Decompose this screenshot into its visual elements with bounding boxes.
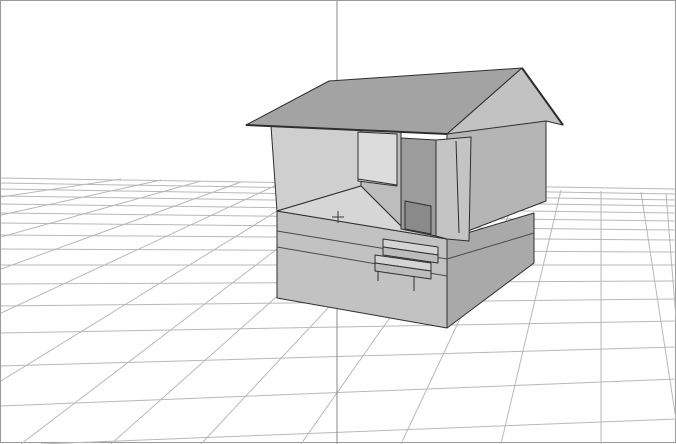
window <box>357 131 398 187</box>
wall-front-right <box>435 136 472 242</box>
viewport-canvas[interactable] <box>1 1 676 444</box>
3d-viewport[interactable] <box>0 0 676 444</box>
house-model[interactable] <box>245 67 564 329</box>
